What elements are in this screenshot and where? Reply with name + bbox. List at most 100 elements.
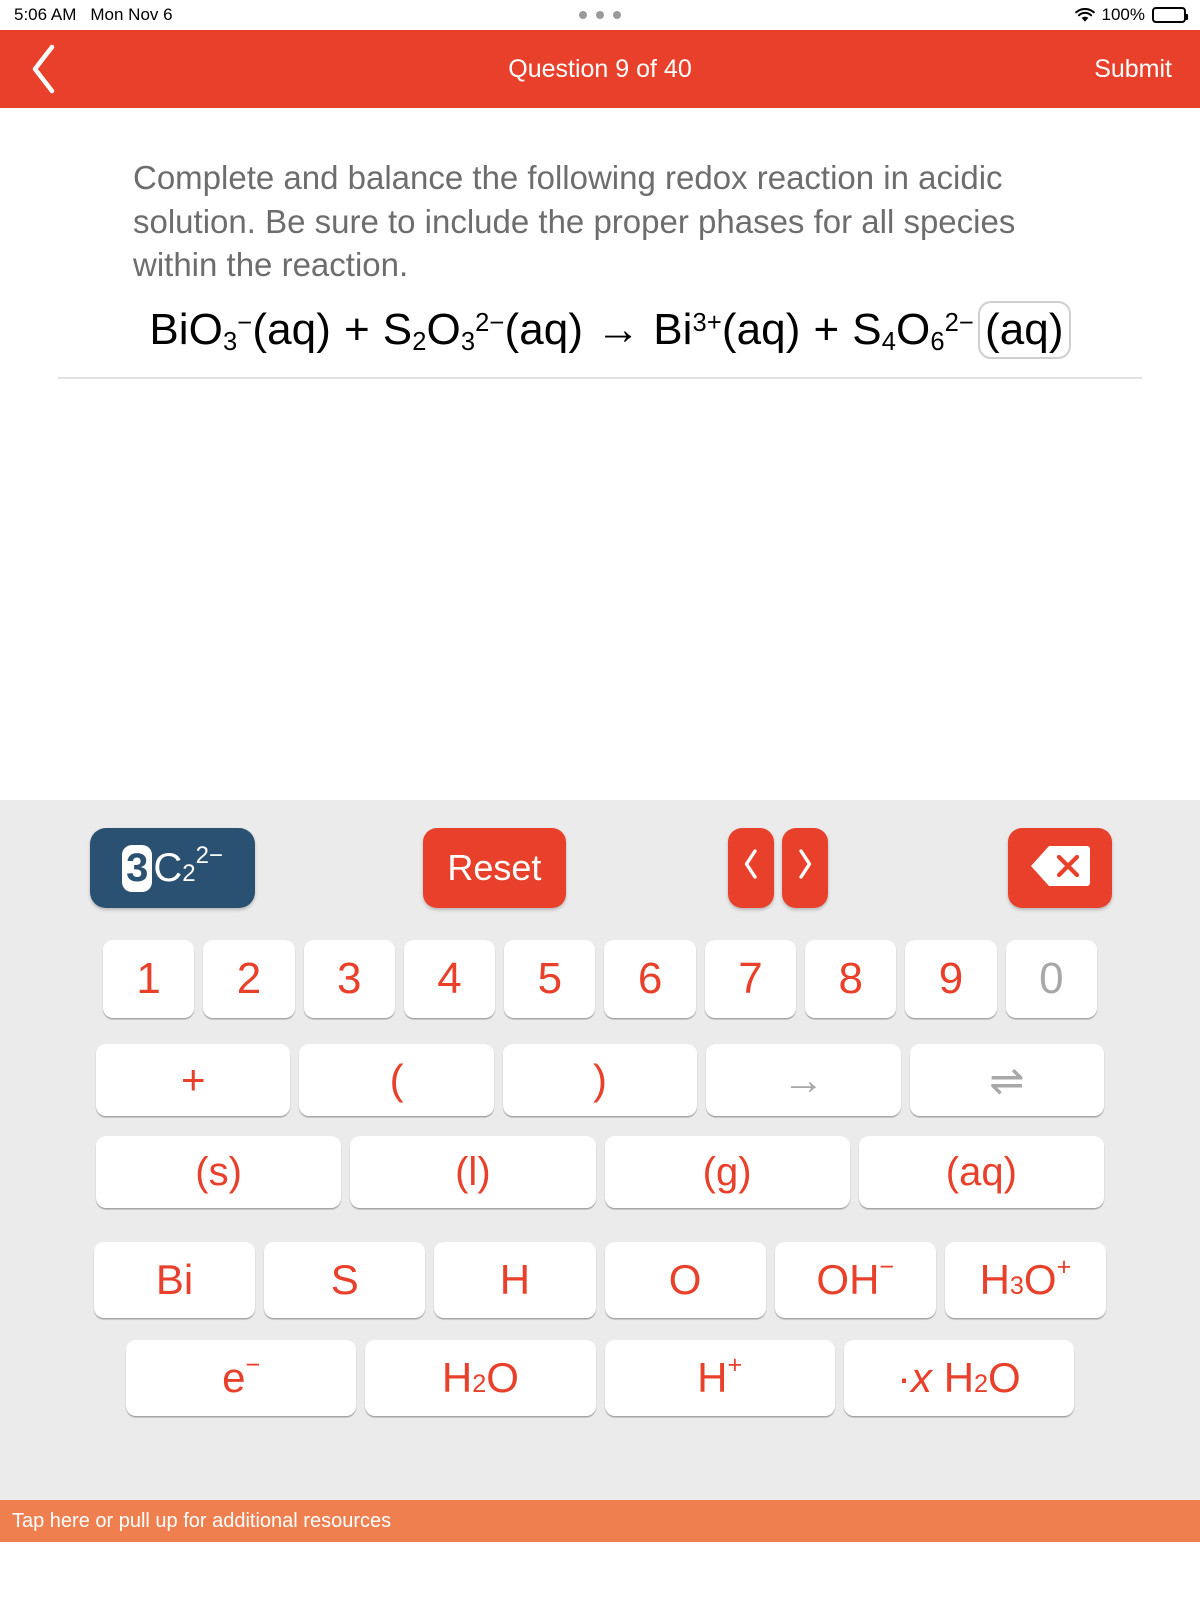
submit-button[interactable]: Submit [1094, 55, 1172, 84]
key-label: H [441, 1354, 473, 1401]
eq-term-3[interactable]: Bi3+(aq) [653, 305, 800, 355]
eq-term-2-subscript2: 3 [460, 327, 476, 356]
eq-operator-plus-2[interactable]: + [814, 305, 840, 355]
key-phase-aqueous[interactable]: (aq) [858, 1136, 1104, 1208]
battery-icon [1152, 7, 1188, 23]
formula-coefficient[interactable]: 3 [122, 844, 153, 892]
key-4[interactable]: 4 [403, 940, 496, 1018]
key-label: S [330, 1256, 359, 1303]
eq-selected-token[interactable]: (aq) [977, 300, 1071, 359]
key-1[interactable]: 1 [103, 940, 195, 1018]
key-hydroxide[interactable]: OH − [774, 1242, 936, 1318]
keyboard-species-row: e − H2O H + · x H2O [0, 1318, 1200, 1416]
eq-term-1-phase: (aq) [252, 304, 331, 354]
backspace-icon [1029, 844, 1091, 893]
key-9[interactable]: 9 [905, 940, 997, 1018]
status-date: Mon Nov 6 [90, 5, 173, 24]
question-prompt: Complete and balance the following redox… [133, 159, 1016, 284]
eq-term-1-symbol: BiO [149, 304, 224, 354]
page-title: Question 9 of 40 [508, 54, 692, 83]
key-element-h[interactable]: H [434, 1242, 596, 1318]
cursor-right-button[interactable] [781, 828, 828, 908]
equation-divider [58, 376, 1142, 379]
key-charge: + [727, 1350, 743, 1379]
eq-term-2-charge: 2− [475, 308, 505, 337]
eq-reaction-arrow[interactable]: → [596, 305, 640, 355]
key-arrow-right: → [706, 1044, 901, 1116]
key-open-paren[interactable]: ( [299, 1044, 494, 1116]
key-hydrate-water[interactable]: · x H2O [843, 1340, 1074, 1416]
eq-term-3-phase: (aq) [721, 304, 801, 354]
key-subscript: 2 [472, 1369, 487, 1398]
key-5[interactable]: 5 [504, 940, 596, 1018]
eq-term-2[interactable]: S2O32−(aq) [383, 305, 583, 356]
key-8[interactable]: 8 [805, 940, 897, 1018]
key-label-2: O [486, 1354, 519, 1401]
key-7[interactable]: 7 [704, 940, 797, 1018]
key-phase-gas[interactable]: (g) [604, 1136, 850, 1208]
eq-term-4-subscript2: 6 [930, 327, 945, 356]
cursor-nav-group [727, 828, 828, 908]
key-phase-solid[interactable]: (s) [96, 1136, 342, 1208]
key-charge: + [1056, 1252, 1072, 1281]
keyboard-top-row: 3 C 2 2− Reset [0, 800, 1200, 908]
eq-operator-plus-1[interactable]: + [344, 305, 370, 355]
formula-superscript: 2− [195, 841, 223, 869]
formula-symbol: C [153, 845, 183, 890]
chevron-left-icon [743, 849, 759, 887]
key-equilibrium-arrow: ⇌ [909, 1044, 1105, 1116]
key-water[interactable]: H2O [365, 1340, 596, 1416]
eq-term-1-subscript: 3 [223, 327, 238, 356]
eq-term-3-symbol: Bi [653, 304, 693, 354]
eq-term-3-charge: 3+ [692, 308, 722, 337]
key-dot: · [897, 1354, 912, 1401]
key-element-s[interactable]: S [264, 1242, 426, 1318]
status-bar: 5:06 AM Mon Nov 6 100% [0, 0, 1200, 30]
key-close-paren[interactable]: ) [502, 1044, 698, 1116]
key-element-bi[interactable]: Bi [94, 1242, 256, 1318]
chemical-equation[interactable]: BiO3−(aq) + S2O32−(aq) → Bi3+(aq) + S4O6… [58, 300, 1142, 359]
keyboard-phase-row: (s) (l) (g) (aq) [0, 1116, 1200, 1208]
drawer-label: Tap here or pull up for additional resou… [12, 1509, 392, 1532]
key-label: H [697, 1354, 728, 1401]
key-subscript: 2 [974, 1369, 989, 1398]
wifi-icon [1074, 7, 1095, 23]
back-button[interactable] [28, 40, 74, 98]
question-content: Complete and balance the following redox… [0, 108, 1200, 800]
key-hydronium[interactable]: H 3 O + [944, 1242, 1107, 1318]
navigation-bar: Question 9 of 40 Submit [0, 30, 1200, 108]
key-plus[interactable]: + [96, 1044, 291, 1116]
key-phase-liquid[interactable]: (l) [350, 1136, 596, 1208]
key-label: Bi [155, 1256, 194, 1303]
more-dots-icon [0, 0, 1200, 30]
key-6[interactable]: 6 [604, 940, 696, 1018]
eq-term-1[interactable]: BiO3−(aq) [149, 304, 331, 356]
eq-term-4-symbol: S [852, 304, 882, 354]
formula-subscript: 2 [182, 860, 196, 888]
battery-percent: 100% [1101, 5, 1145, 24]
key-variable-x: x [911, 1354, 933, 1401]
chemistry-keyboard: 3 C 2 2− Reset 1 2 3 4 5 6 7 8 9 0 + ()… [0, 800, 1200, 1542]
key-charge: − [879, 1252, 895, 1281]
key-3[interactable]: 3 [303, 940, 395, 1018]
key-label: OH [816, 1256, 880, 1303]
eq-term-4-charge: 2− [944, 308, 974, 337]
status-bar-right: 100% [1074, 5, 1188, 25]
delete-button[interactable] [1007, 828, 1112, 908]
key-proton[interactable]: H + [604, 1340, 835, 1416]
key-label: H [499, 1256, 531, 1303]
key-element-o[interactable]: O [604, 1242, 766, 1318]
current-formula-chip[interactable]: 3 C 2 2− [90, 828, 255, 908]
key-electron[interactable]: e − [126, 1340, 357, 1416]
eq-term-4-subscript: 4 [881, 327, 897, 356]
key-charge: − [245, 1350, 261, 1379]
reset-button[interactable]: Reset [423, 828, 566, 908]
eq-term-4[interactable]: S4O62− (aq) [852, 300, 1071, 359]
dot-1 [579, 11, 587, 19]
additional-resources-drawer[interactable]: Tap here or pull up for additional resou… [0, 1500, 1200, 1542]
key-2[interactable]: 2 [203, 940, 295, 1018]
cursor-left-button[interactable] [727, 828, 774, 908]
equation-area[interactable]: BiO3−(aq) + S2O32−(aq) → Bi3+(aq) + S4O6… [0, 287, 1200, 359]
key-label: H [943, 1354, 975, 1401]
status-bar-left: 5:06 AM Mon Nov 6 [14, 5, 173, 25]
